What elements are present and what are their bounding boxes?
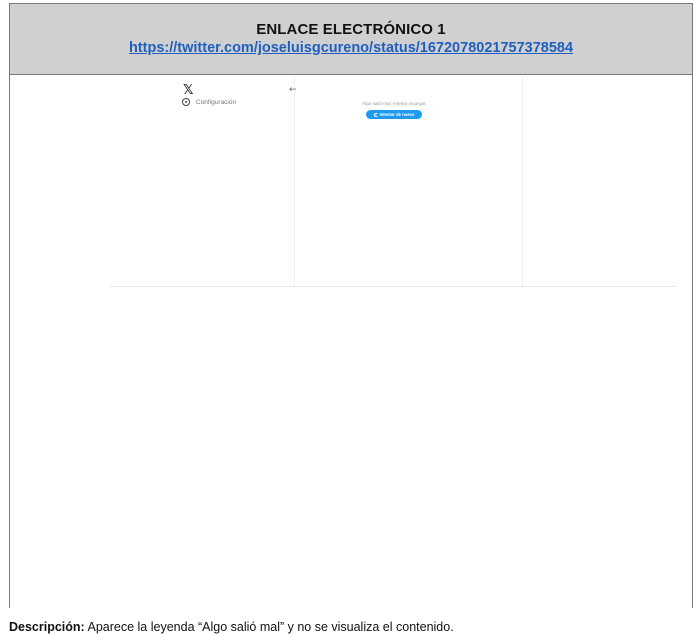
header: ENLACE ELECTRÓNICO 1 https://twitter.com… xyxy=(10,4,692,75)
column-divider xyxy=(522,76,523,288)
arrow-left-icon[interactable]: ← xyxy=(289,85,297,95)
settings-label: Configuración xyxy=(196,98,237,106)
divider-line xyxy=(110,286,676,287)
retry-label: Intentar de nuevo xyxy=(379,112,415,117)
column-divider xyxy=(294,76,295,288)
page-title: ENLACE ELECTRÓNICO 1 xyxy=(256,21,446,38)
evidence-frame: ENLACE ELECTRÓNICO 1 https://twitter.com… xyxy=(9,3,693,608)
retry-button[interactable]: Intentar de nuevo xyxy=(366,110,422,119)
x-logo-icon[interactable]: 𝕏 xyxy=(183,83,193,98)
error-message: Algo salió mal. Intenta recargar. xyxy=(362,101,427,106)
embedded-screenshot: Configuración Algo salió mal. Intenta re… xyxy=(10,76,692,608)
tweet-link[interactable]: https://twitter.com/joseluisgcureno/stat… xyxy=(10,40,692,56)
gear-icon xyxy=(182,98,190,106)
refresh-icon xyxy=(373,112,378,117)
settings-nav-item[interactable]: Configuración xyxy=(182,98,236,106)
